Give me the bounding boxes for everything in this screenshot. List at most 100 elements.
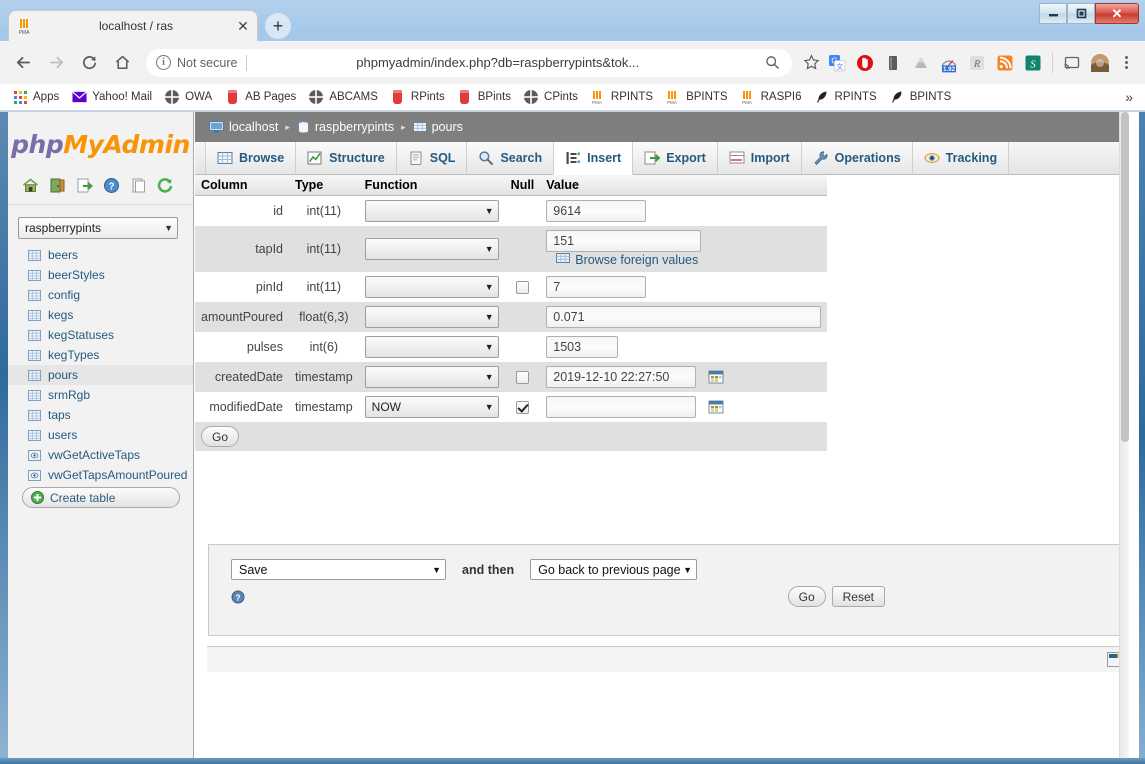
new-tab-button[interactable]: +	[265, 13, 291, 39]
browse-foreign-values-link[interactable]: Browse foreign values	[556, 252, 698, 268]
table-item-config[interactable]: config	[8, 285, 193, 305]
calendar-icon[interactable]	[708, 369, 724, 385]
rss-feed-icon[interactable]	[992, 50, 1018, 76]
calendar-icon[interactable]	[708, 399, 724, 415]
bookmark-owa[interactable]: OWA	[158, 87, 218, 107]
bookmark-label: Yahoo! Mail	[92, 91, 153, 103]
tab-search[interactable]: Search	[466, 142, 555, 174]
home-icon[interactable]	[22, 177, 39, 194]
value-input[interactable]: 151	[546, 230, 702, 252]
tab-tracking[interactable]: Tracking	[911, 142, 1010, 174]
null-checkbox[interactable]	[515, 401, 529, 415]
reload-icon[interactable]	[74, 48, 104, 78]
table-item-beerstyles[interactable]: beerStyles	[8, 265, 193, 285]
docs-icon[interactable]	[130, 177, 147, 194]
row-value-cell: 9614	[540, 195, 828, 226]
value-input[interactable]	[546, 396, 697, 418]
profile-avatar-icon[interactable]	[1087, 50, 1113, 76]
table-item-kegs[interactable]: kegs	[8, 305, 193, 325]
function-select[interactable]: ▼	[364, 306, 499, 328]
help-icon[interactable]: ?	[231, 590, 245, 604]
reset-button[interactable]: Reset	[831, 586, 885, 607]
create-table-button[interactable]: Create table	[22, 487, 180, 508]
breadcrumb-item-database[interactable]: raspberrypints	[297, 120, 394, 134]
google-translate-icon[interactable]: G文	[824, 50, 850, 76]
table-item-srmrgb[interactable]: srmRgb	[8, 385, 193, 405]
address-bar[interactable]: i Not secure phpmyadmin/index.php?db=ras…	[146, 48, 792, 77]
function-select[interactable]: NOW ▼	[364, 396, 499, 418]
bookmark-rpints-feather[interactable]: RPINTS	[808, 87, 883, 107]
table-item-pours[interactable]: pours	[8, 365, 193, 385]
forward-icon[interactable]	[41, 48, 71, 78]
function-select[interactable]: ▼	[364, 200, 499, 222]
export-icon[interactable]	[76, 177, 94, 194]
url-text[interactable]: phpmyadmin/index.php?db=raspberrypints&t…	[247, 55, 762, 70]
home-icon[interactable]	[107, 48, 137, 78]
speed-dial-icon[interactable]: 1.92	[936, 50, 962, 76]
browser-tab[interactable]: PMA localhost / ras ✕	[8, 10, 258, 41]
value-input[interactable]: 2019-12-10 22:27:50	[546, 366, 697, 388]
tab-sql[interactable]: SQL	[395, 142, 468, 174]
cast-icon[interactable]	[1059, 50, 1085, 76]
breadcrumb-item-server[interactable]: localhost	[209, 120, 278, 134]
logout-icon[interactable]	[49, 177, 66, 194]
help-icon[interactable]: ?	[103, 177, 120, 194]
value-input[interactable]: 9614	[546, 200, 647, 222]
bookmark-star-icon[interactable]	[798, 50, 824, 76]
breadcrumb-item-table[interactable]: pours	[412, 120, 463, 134]
page-scrollbar[interactable]	[1119, 112, 1129, 764]
bookmark-abcams[interactable]: ABCAMS	[302, 87, 384, 107]
value-input[interactable]: 0.071	[546, 306, 822, 328]
function-select[interactable]: ▼	[364, 276, 499, 298]
bookmark-yahoo-mail[interactable]: Yahoo! Mail	[65, 87, 158, 107]
reload-icon[interactable]	[157, 177, 174, 194]
submit-go-button[interactable]: Go	[787, 586, 826, 607]
chrome-menu-icon[interactable]	[1115, 50, 1137, 76]
function-select[interactable]: ▼	[364, 238, 499, 260]
table-item-kegstatuses[interactable]: kegStatuses	[8, 325, 193, 345]
scrollbar-thumb[interactable]	[1121, 112, 1129, 442]
save-mode-select[interactable]: Save ▼	[231, 559, 446, 580]
bookmark-cpints[interactable]: CPints	[517, 87, 584, 107]
table-item-vwgetactivetaps[interactable]: vwGetActiveTaps	[8, 445, 193, 465]
bookmark-ab-pages[interactable]: AB Pages	[218, 87, 302, 107]
null-checkbox[interactable]	[515, 281, 529, 295]
table-item-vwgettapsamountpoured[interactable]: vwGetTapsAmountPoured	[8, 465, 193, 485]
pocket-book-icon[interactable]	[880, 50, 906, 76]
table-item-users[interactable]: users	[8, 425, 193, 445]
tab-insert[interactable]: Insert	[553, 142, 634, 175]
evernote-icon[interactable]: S	[1020, 50, 1046, 76]
tab-close-icon[interactable]: ✕	[235, 18, 251, 34]
bookmark-rpints[interactable]: RPints	[384, 87, 451, 107]
table-item-kegtypes[interactable]: kegTypes	[8, 345, 193, 365]
function-select[interactable]: ▼	[364, 366, 499, 388]
database-select[interactable]: raspberrypints ▼	[18, 217, 178, 239]
tab-operations[interactable]: Operations	[800, 142, 913, 174]
tab-import[interactable]: Import	[716, 142, 802, 174]
search-icon[interactable]	[762, 55, 782, 70]
bookmark-bpints[interactable]: BPints	[451, 87, 517, 107]
tab-export[interactable]: Export	[632, 142, 718, 174]
adblock-icon[interactable]	[852, 50, 878, 76]
back-icon[interactable]	[8, 48, 38, 78]
tab-structure[interactable]: Structure	[295, 142, 397, 174]
bookmark-bpints-feather[interactable]: BPINTS	[883, 87, 958, 107]
table-item-beers[interactable]: beers	[8, 245, 193, 265]
after-action-select[interactable]: Go back to previous page ▼	[530, 559, 698, 580]
bookmark-raspi6-pma[interactable]: PMA RASPI6	[734, 87, 808, 107]
bookmark-apps[interactable]: Apps	[6, 87, 65, 107]
bookmarks-overflow-icon[interactable]: »	[1125, 89, 1139, 105]
row-null-cell	[504, 332, 541, 362]
bookmark-bpints-pma[interactable]: PMA BPINTS	[659, 87, 734, 107]
bookmark-rpints-pma[interactable]: PMA RPINTS	[584, 87, 659, 107]
row-column-name: tapId	[195, 226, 290, 272]
null-checkbox[interactable]	[515, 371, 529, 385]
resurrect-tabs-icon[interactable]: R	[964, 50, 990, 76]
function-select[interactable]: ▼	[364, 336, 499, 358]
value-input[interactable]: 1503	[546, 336, 619, 358]
insert-go-button[interactable]: Go	[201, 426, 240, 447]
value-input[interactable]: 7	[546, 276, 647, 298]
tab-browse[interactable]: Browse	[205, 142, 297, 174]
table-item-taps[interactable]: taps	[8, 405, 193, 425]
google-drive-icon[interactable]	[908, 50, 934, 76]
